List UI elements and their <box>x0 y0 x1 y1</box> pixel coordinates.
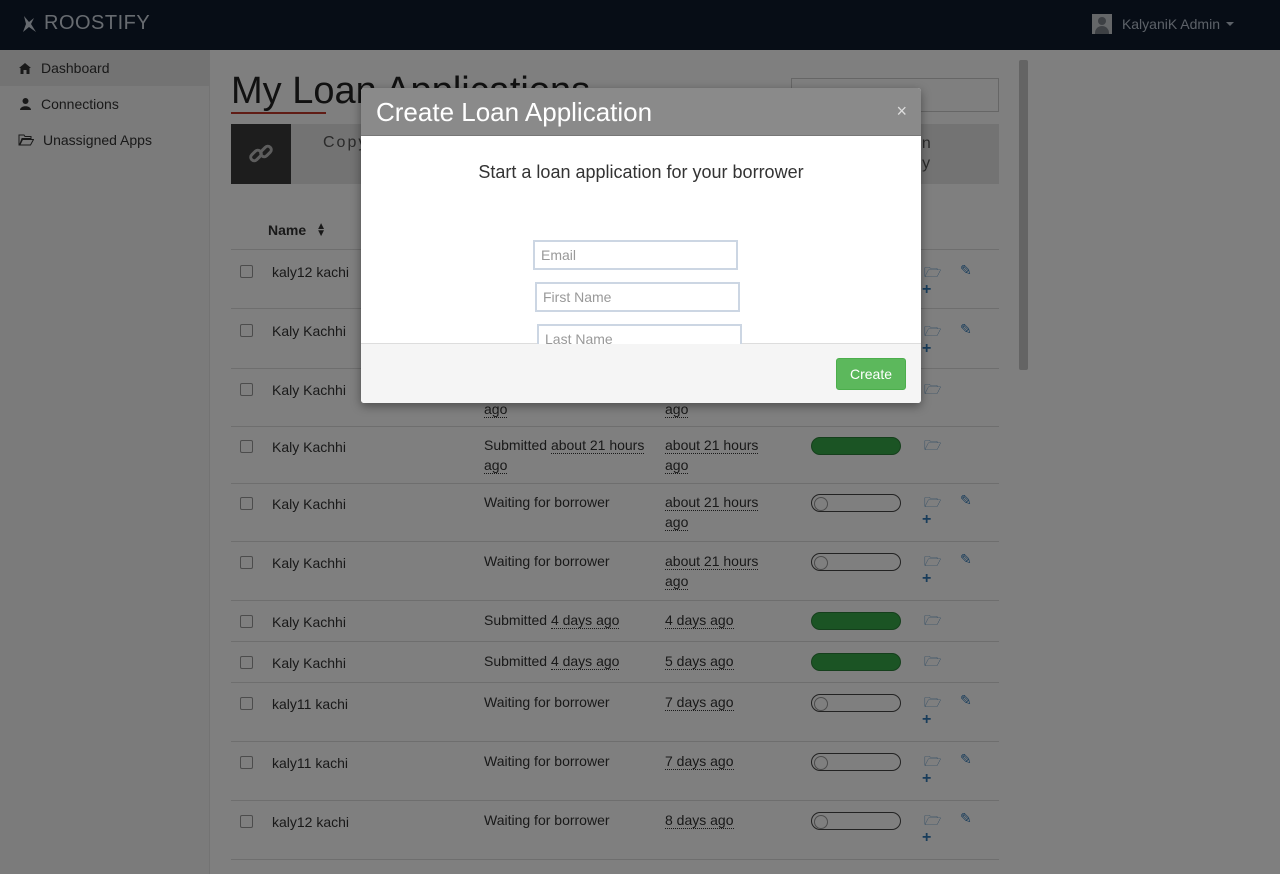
modal-title: Create Loan Application <box>376 97 653 127</box>
email-placeholder: Email <box>541 247 577 263</box>
modal-subtitle: Start a loan application for your borrow… <box>478 162 804 182</box>
modal-footer: Create <box>361 344 921 403</box>
create-loan-modal: Create Loan Application × Start a loan a… <box>361 88 921 403</box>
email-field[interactable]: Email <box>533 240 738 270</box>
create-button[interactable]: Create <box>836 358 906 390</box>
modal-body: Start a loan application for your borrow… <box>361 136 921 354</box>
first-name-placeholder: First Name <box>543 289 612 305</box>
modal-header: Create Loan Application × <box>361 88 921 136</box>
close-icon[interactable]: × <box>896 101 907 122</box>
first-name-field[interactable]: First Name <box>535 282 740 312</box>
